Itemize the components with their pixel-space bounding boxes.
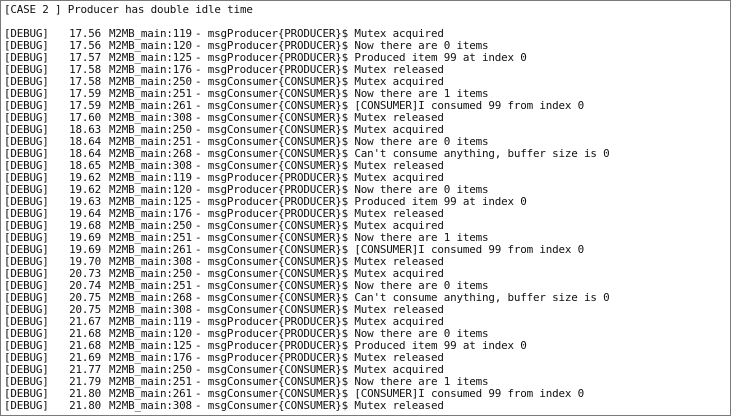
case-title: [CASE 2 ] Producer has double idle time xyxy=(4,4,253,16)
console-window: [CASE 2 ] Producer has double idle time … xyxy=(0,0,731,416)
log-line: [DEBUG] 21.80 M2MB_main:308- msgConsumer{C… xyxy=(4,400,728,412)
log-level: [DEBUG] xyxy=(4,399,49,412)
log-list: [DEBUG] 17.56 M2MB_main:119- msgProducer{P… xyxy=(4,28,728,412)
log-timestamp: 21.80 xyxy=(69,399,101,412)
console-output: [CASE 2 ] Producer has double idle time … xyxy=(4,4,728,413)
log-message: - msgConsumer{CONSUMER}$ Mutex released xyxy=(195,399,444,412)
log-source: M2MB_main:308 xyxy=(109,399,192,412)
